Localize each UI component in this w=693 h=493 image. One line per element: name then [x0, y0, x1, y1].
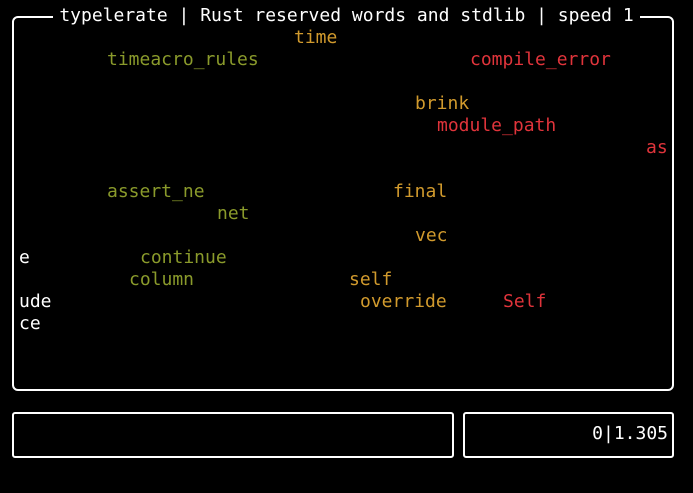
falling-word: as [646, 137, 668, 158]
falling-word: ude [19, 291, 52, 312]
falling-word: time [294, 27, 338, 48]
falling-word: brink [415, 93, 470, 114]
falling-word: column [129, 269, 195, 290]
score-readout: 0|1.305 [592, 423, 668, 444]
falling-word: self [349, 269, 393, 290]
falling-word: continue [140, 247, 227, 268]
typing-input-box[interactable] [12, 412, 454, 458]
falling-word: compile_error [470, 49, 611, 70]
game-area [12, 16, 674, 391]
falling-word: vec [415, 225, 448, 246]
falling-word: final [393, 181, 448, 202]
falling-word: e [19, 247, 30, 268]
falling-word: net [217, 203, 250, 224]
falling-word: timeacro_rules [107, 49, 259, 70]
falling-word: ce [19, 313, 41, 334]
falling-word: module_path [437, 115, 557, 136]
falling-word: assert_ne [107, 181, 205, 202]
falling-word: override [360, 291, 447, 312]
falling-word: Self [503, 291, 547, 312]
